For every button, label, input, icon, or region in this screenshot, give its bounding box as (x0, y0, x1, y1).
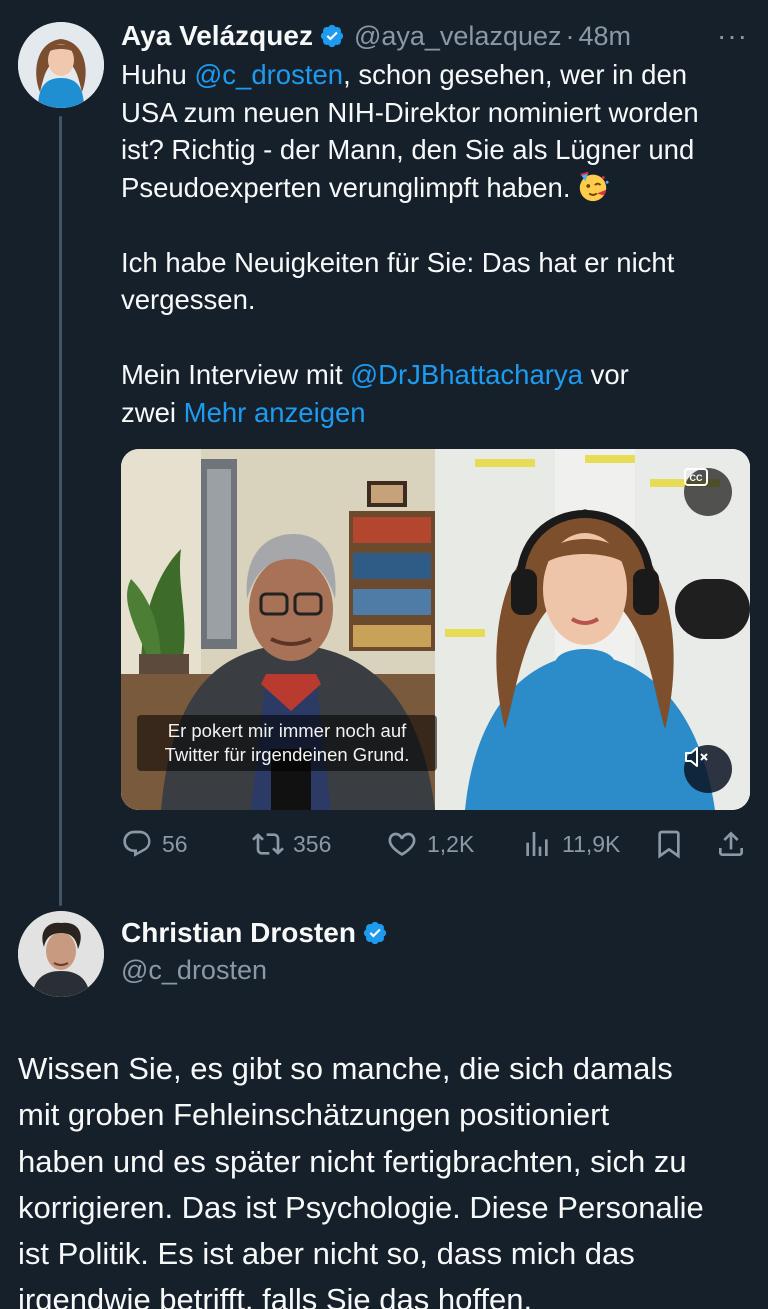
tweet-timestamp[interactable]: 48m (579, 21, 632, 52)
partying-face-emoji-icon (580, 171, 610, 201)
video-player[interactable]: Er pokert mir immer noch auf Twitter für… (121, 449, 750, 810)
tweet-line: Pseudoexperten verunglimpft haben. (121, 169, 751, 207)
tweet-header: Aya Velázquez @aya_velazquez · 48m ··· (121, 18, 748, 54)
retweet-count: 356 (293, 830, 332, 857)
show-more-link[interactable]: Mehr anzeigen (184, 397, 366, 428)
tweet-line: vergessen. (121, 284, 256, 315)
tweet-text: Wissen Sie, es gibt so manche, die sich … (18, 1046, 758, 1309)
tweet-line: USA zum neuen NIH-Direktor nominiert wor… (121, 96, 699, 128)
like-button[interactable]: 1,2K (386, 828, 474, 860)
tweet-line: Mein Interview mit @DrJBhattacharya vor (121, 356, 751, 394)
unmute-button[interactable] (684, 745, 732, 793)
text-span: Pseudoexperten verunglimpft haben. (121, 171, 571, 203)
retweet-icon (252, 833, 284, 855)
video-subtitle: Er pokert mir immer noch auf Twitter für… (137, 715, 437, 771)
tweet-line: zwei Mehr anzeigen (121, 394, 751, 432)
verified-badge-icon (320, 24, 344, 48)
tweet-line: Wissen Sie, es gibt so manche, die sich … (18, 1051, 673, 1086)
tweet-text: Huhu @c_drosten, schon gesehen, wer in d… (121, 56, 751, 431)
tweet-line: ist? Richtig - der Mann, den Sie als Lüg… (121, 134, 695, 165)
share-icon (719, 831, 743, 856)
text-span: Huhu (121, 59, 195, 90)
subtitle-line: Er pokert mir immer noch auf (167, 720, 407, 741)
avatar-christian-drosten[interactable] (18, 911, 104, 997)
bookmark-button[interactable] (653, 828, 685, 860)
thread-connector-line (59, 116, 62, 906)
retweet-button[interactable]: 356 (252, 828, 331, 860)
tweet-line: irgendwie betrifft, falls Sie das hoffen… (18, 1282, 533, 1309)
text-span: vor (582, 359, 629, 390)
subtitle-line: Twitter für irgendeinen Grund. (164, 744, 410, 765)
more-options-icon[interactable]: ··· (717, 22, 748, 50)
share-button[interactable] (715, 828, 747, 860)
reply-button[interactable]: 56 (121, 828, 188, 860)
tweet-line: haben und es später nicht fertigbrachten… (18, 1143, 687, 1179)
tweet-line: ist Politik. Es ist aber nicht so, dass … (18, 1236, 635, 1272)
author-name[interactable]: Christian Drosten (121, 917, 356, 949)
tweet-header: Christian Drosten (121, 917, 388, 949)
separator-dot: · (565, 20, 575, 51)
view-count: 11,9K (562, 830, 621, 857)
avatar-portrait-image (18, 22, 104, 108)
text-span: zwei (121, 396, 184, 428)
views-button[interactable]: 11,9K (521, 828, 620, 860)
mention-link[interactable]: @DrJBhattacharya (350, 359, 583, 390)
closed-captions-icon: CC (684, 468, 708, 486)
tweet-action-bar: 56 356 1,2K 11,9K (121, 824, 751, 866)
verified-badge-icon (363, 921, 387, 945)
text-span: Mein Interview mit (121, 359, 351, 390)
tweet-line: mit groben Fehleinschätzungen positionie… (18, 1097, 610, 1133)
tweet-line: korrigieren. Das ist Psychologie. Diese … (18, 1189, 704, 1225)
views-bar-chart-icon (526, 832, 548, 856)
reply-count: 56 (162, 830, 188, 857)
mention-link[interactable]: @c_drosten (194, 59, 343, 90)
avatar-portrait-image (18, 911, 104, 997)
bookmark-icon (658, 830, 680, 859)
avatar-aya-velazquez[interactable] (18, 22, 104, 108)
like-count: 1,2K (427, 830, 475, 857)
tweet-line: Huhu @c_drosten, schon gesehen, wer in d… (121, 56, 751, 94)
svg-text:CC: CC (690, 473, 703, 483)
tweet-line: Ich habe Neuigkeiten für Sie: Das hat er… (121, 246, 675, 278)
closed-captions-button[interactable]: CC (684, 468, 732, 516)
text-span: , schon gesehen, wer in den (343, 59, 688, 90)
heart-icon (388, 832, 416, 856)
reply-icon (123, 830, 151, 857)
muted-speaker-icon (685, 747, 708, 767)
author-handle[interactable]: @aya_velazquez (354, 21, 562, 52)
author-handle[interactable]: @c_drosten (121, 955, 267, 986)
author-name[interactable]: Aya Velázquez (121, 20, 313, 52)
